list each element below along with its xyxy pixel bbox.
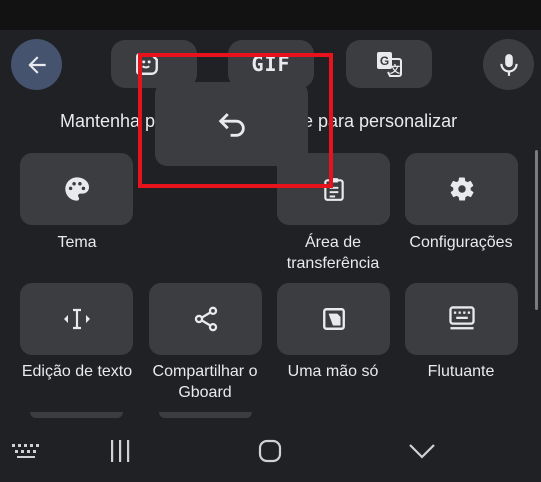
one-handed-tile[interactable]: [277, 283, 390, 355]
gear-icon: [448, 175, 476, 203]
keyboard-icon: [11, 441, 41, 461]
svg-text:文: 文: [390, 63, 401, 76]
text-editing-label: Edição de texto: [21, 363, 133, 380]
recents-button[interactable]: [100, 432, 140, 470]
arrow-back-icon: [24, 52, 50, 78]
settings-label: Configurações: [409, 234, 513, 251]
mic-icon: [496, 52, 522, 78]
recents-icon: [107, 439, 133, 463]
partial-tile: [30, 412, 123, 418]
one-handed-label: Uma mão só: [287, 363, 379, 380]
partial-tile: [159, 412, 252, 418]
home-button[interactable]: [250, 432, 290, 470]
share-gboard-tile[interactable]: [149, 283, 262, 355]
scrollbar[interactable]: [535, 150, 538, 310]
settings-tile[interactable]: [405, 153, 518, 225]
highlight-annotation-box: [138, 53, 333, 188]
floating-keyboard-icon: [447, 305, 477, 333]
share-gboard-label: Compartilhar o Gboard: [152, 363, 258, 401]
hide-keyboard-button[interactable]: [402, 432, 442, 470]
home-icon: [257, 438, 283, 464]
svg-text:G: G: [380, 54, 389, 68]
voice-input-button[interactable]: [483, 39, 534, 90]
chevron-down-icon: [408, 442, 436, 460]
theme-tile[interactable]: [20, 153, 133, 225]
switch-keyboard-button[interactable]: [8, 434, 44, 468]
translate-icon: G 文: [374, 49, 404, 79]
back-button[interactable]: [11, 39, 62, 90]
text-cursor-icon: [61, 306, 93, 332]
text-editing-tile[interactable]: [20, 283, 133, 355]
floating-label: Flutuante: [427, 363, 495, 380]
palette-icon: [63, 175, 91, 203]
clipboard-label: Área de transferência: [286, 234, 380, 272]
theme-label: Tema: [57, 234, 97, 251]
status-bar-area: [0, 0, 541, 30]
one-handed-icon: [321, 306, 347, 332]
translate-button[interactable]: G 文: [346, 40, 432, 88]
navigation-bar: [0, 420, 541, 482]
floating-tile[interactable]: [405, 283, 518, 355]
share-icon: [192, 305, 220, 333]
